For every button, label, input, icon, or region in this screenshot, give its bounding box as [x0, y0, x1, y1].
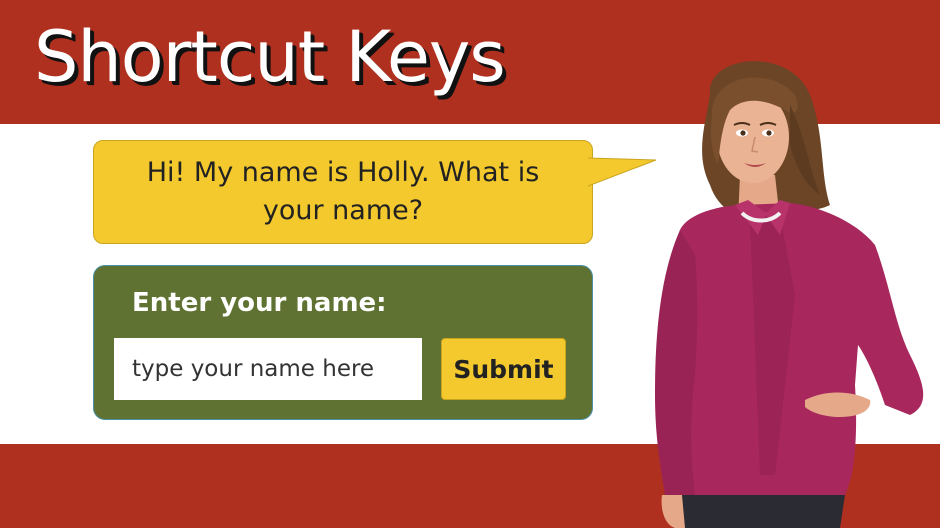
holly-character-icon: [655, 61, 924, 528]
speech-bubble: Hi! My name is Holly. What is your name?: [93, 140, 593, 244]
slide-title: Shortcut Keys: [34, 16, 506, 98]
speech-bubble-text: Hi! My name is Holly. What is your name?: [146, 157, 540, 226]
submit-button[interactable]: Submit: [441, 338, 566, 400]
name-input[interactable]: [114, 338, 422, 400]
name-form-label: Enter your name:: [132, 288, 387, 318]
name-form-panel: Enter your name: Submit: [93, 265, 593, 420]
